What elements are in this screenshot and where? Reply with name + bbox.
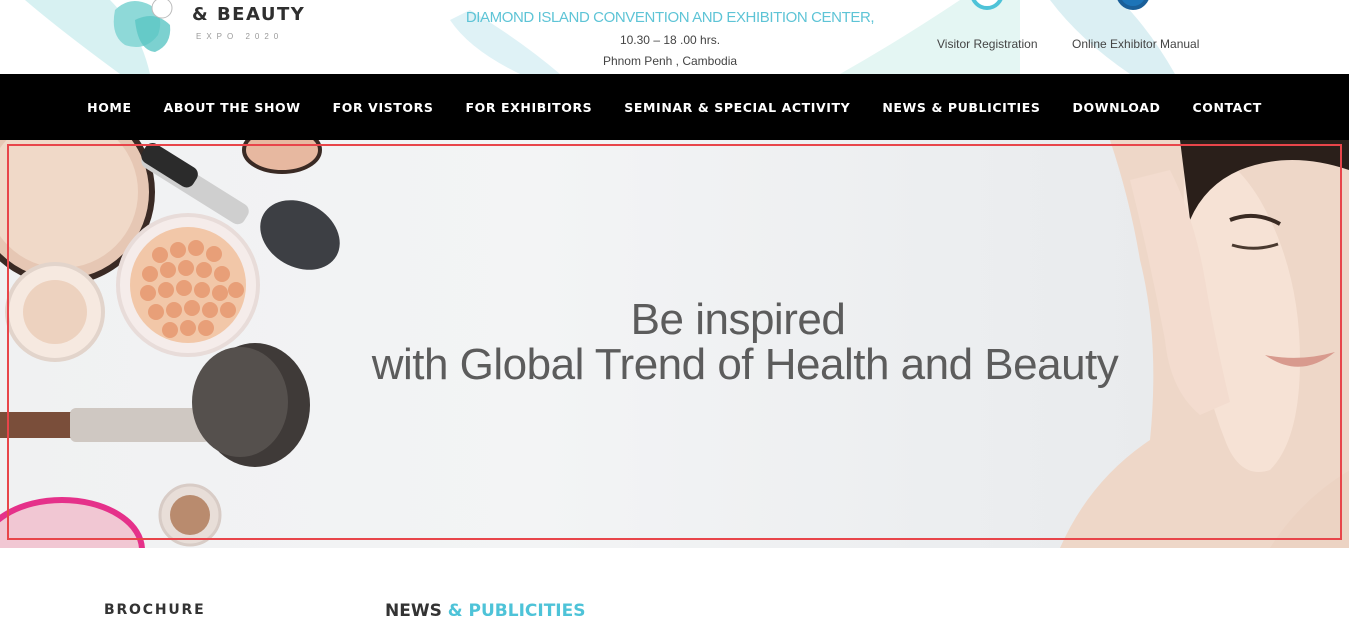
content-section: BROCHURE NEWS & PUBLICITIES	[0, 548, 1349, 634]
nav-contact[interactable]: CONTACT	[1192, 100, 1261, 115]
hero-subheadline: with Global Trend of Health and Beauty	[371, 340, 1119, 389]
nav-for-exhibitors[interactable]: FOR EXHIBITORS	[465, 100, 592, 115]
nav-news[interactable]: NEWS & PUBLICITIES	[882, 100, 1040, 115]
news-heading: NEWS & PUBLICITIES	[385, 601, 585, 621]
event-venue: DIAMOND ISLAND CONVENTION AND EXHIBITION…	[465, 9, 875, 26]
site-header: & BEAUTY EXPO 2020 DIAMOND ISLAND CONVEN…	[0, 0, 1349, 74]
news-heading-prefix: NEWS	[385, 601, 442, 621]
event-city: Phnom Penh , Cambodia	[602, 54, 738, 68]
nav-seminar[interactable]: SEMINAR & SPECIAL ACTIVITY	[624, 100, 850, 115]
event-time: 10.30 – 18 .00 hrs.	[619, 33, 721, 47]
hero-headline: Be inspired	[630, 295, 846, 344]
nav-home[interactable]: HOME	[87, 100, 131, 115]
nav-download[interactable]: DOWNLOAD	[1073, 100, 1161, 115]
main-nav: HOME ABOUT THE SHOW FOR VISTORS FOR EXHI…	[0, 74, 1349, 140]
nav-for-visitors[interactable]: FOR VISTORS	[333, 100, 434, 115]
exhibitor-manual-link[interactable]: Online Exhibitor Manual	[1072, 37, 1199, 51]
logo-subtitle: EXPO 2020	[196, 32, 284, 41]
hero-banner[interactable]: Be inspired with Global Trend of Health …	[0, 140, 1349, 548]
news-heading-accent: & PUBLICITIES	[447, 601, 586, 621]
visitor-registration-link[interactable]: Visitor Registration	[937, 37, 1038, 51]
brochure-heading: BROCHURE	[104, 602, 206, 618]
nav-about-the-show[interactable]: ABOUT THE SHOW	[164, 100, 301, 115]
logo-icon[interactable]	[110, 0, 180, 56]
logo-text[interactable]: & BEAUTY	[192, 4, 305, 25]
